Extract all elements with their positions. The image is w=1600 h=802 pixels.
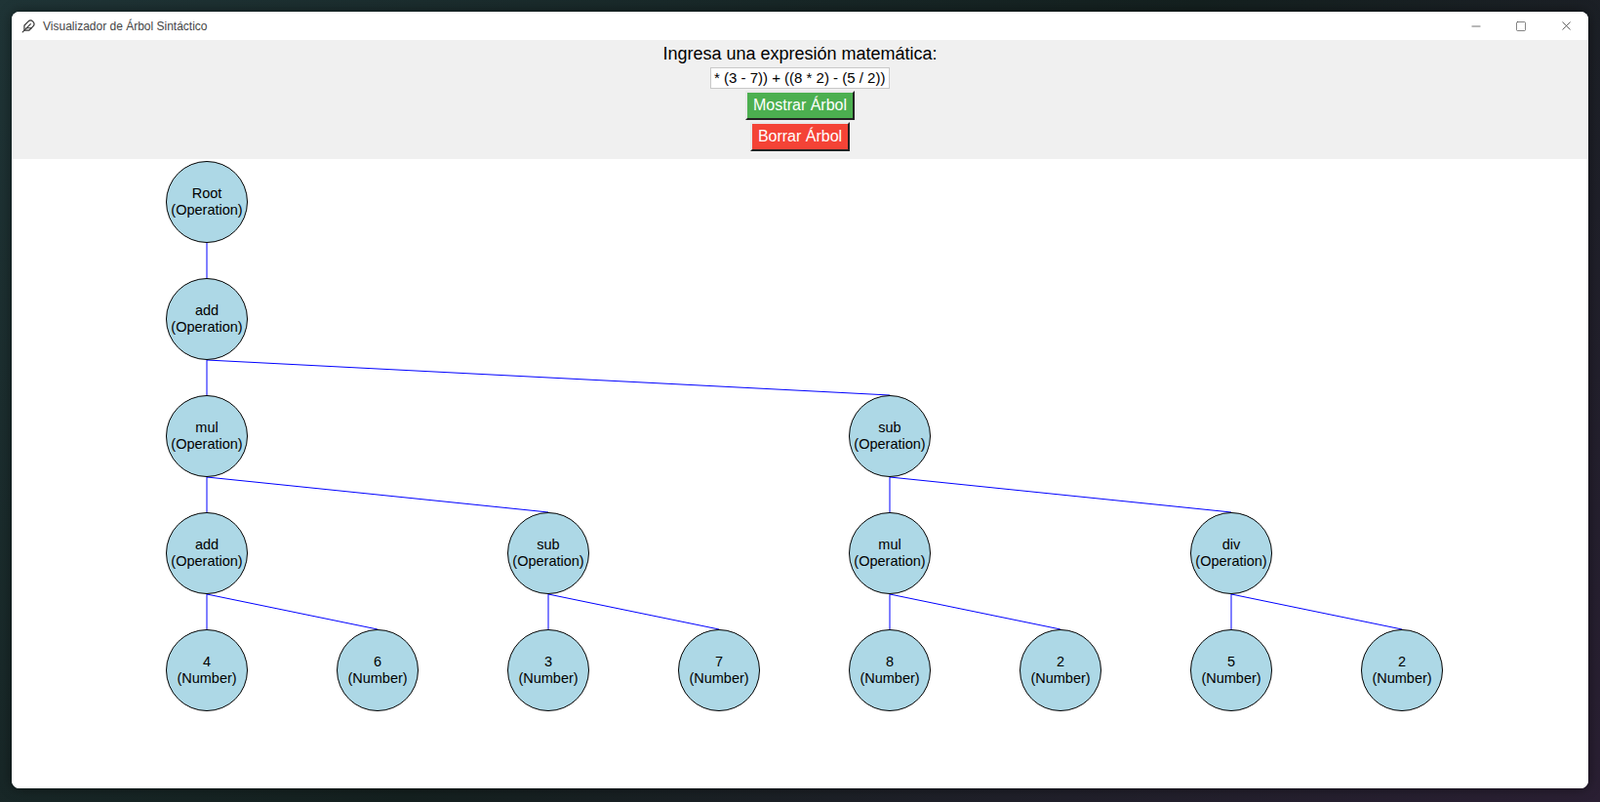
tree-canvas: 4(Number)6(Number)add(Operation)3(Number… bbox=[11, 159, 1589, 789]
tree-node: sub(Operation) bbox=[507, 512, 590, 595]
node-type: (Operation) bbox=[170, 436, 242, 453]
node-type: (Number) bbox=[859, 670, 920, 687]
node-name: 5 bbox=[1227, 653, 1236, 671]
tree-node: Root(Operation) bbox=[165, 160, 248, 243]
node-name: 8 bbox=[885, 653, 894, 671]
tree-node: 6(Number) bbox=[336, 629, 419, 712]
tree-node: 5(Number) bbox=[1190, 629, 1273, 712]
tree-edge bbox=[206, 360, 890, 396]
window-title: Visualizador de Árbol Sintáctico bbox=[42, 19, 1454, 34]
tree-edge bbox=[1231, 594, 1233, 630]
node-type: (Number) bbox=[1371, 670, 1432, 687]
node-type: (Number) bbox=[688, 670, 749, 687]
expression-label: Ingresa una expresión matemática: bbox=[662, 41, 937, 66]
tree-node: add(Operation) bbox=[165, 278, 248, 360]
node-type: (Operation) bbox=[853, 436, 925, 453]
tree-node: 8(Number) bbox=[848, 629, 931, 712]
node-type: (Operation) bbox=[170, 201, 242, 219]
tree-node: 7(Number) bbox=[678, 629, 760, 712]
action-button[interactable]: Borrar Árbol bbox=[750, 121, 850, 152]
node-name: 6 bbox=[373, 653, 382, 671]
desktop: Visualizador de Árbol Sintáctico Ingresa … bbox=[0, 0, 1600, 802]
node-type: (Number) bbox=[347, 670, 407, 687]
tree-node: add(Operation) bbox=[165, 512, 248, 595]
node-name: 2 bbox=[1056, 653, 1065, 671]
node-name: mul bbox=[195, 419, 218, 437]
node-name: div bbox=[1222, 536, 1241, 554]
tree-edge bbox=[206, 594, 378, 630]
app-window: Visualizador de Árbol Sintáctico Ingresa … bbox=[11, 11, 1589, 789]
node-type: (Operation) bbox=[853, 553, 925, 570]
tree-node: div(Operation) bbox=[1190, 512, 1273, 595]
node-name: 7 bbox=[715, 653, 723, 671]
node-type: (Operation) bbox=[512, 553, 584, 570]
tree-node: 4(Number) bbox=[165, 629, 248, 712]
tree-edge bbox=[206, 477, 549, 513]
node-name: add bbox=[195, 302, 219, 320]
close-button[interactable] bbox=[1543, 11, 1589, 40]
tree-edges bbox=[11, 159, 1589, 789]
node-type: (Number) bbox=[176, 670, 237, 687]
node-type: (Number) bbox=[1200, 670, 1261, 687]
close-icon bbox=[1559, 18, 1574, 34]
tree-node: mul(Operation) bbox=[848, 512, 931, 595]
tree-edge bbox=[889, 594, 891, 630]
tree-edge bbox=[206, 594, 208, 630]
input-panel: Ingresa una expresión matemática:* (3 - … bbox=[11, 40, 1589, 160]
tree-node: mul(Operation) bbox=[165, 395, 248, 478]
minimize-button[interactable] bbox=[1453, 11, 1499, 40]
node-type: (Number) bbox=[518, 670, 578, 687]
node-type: (Operation) bbox=[170, 553, 242, 570]
tree-node: 2(Number) bbox=[1360, 629, 1443, 712]
tree-node: 3(Number) bbox=[507, 629, 590, 712]
title-bar: Visualizador de Árbol Sintáctico bbox=[11, 11, 1589, 40]
tree-edge bbox=[889, 594, 1061, 630]
tree-node: 2(Number) bbox=[1019, 629, 1102, 712]
tree-edge bbox=[548, 594, 720, 630]
expression-input[interactable]: * (3 - 7)) + ((8 * 2) - (5 / 2)) bbox=[710, 67, 890, 89]
minimize-icon bbox=[1469, 19, 1483, 34]
tree-edge bbox=[889, 477, 891, 513]
tree-edge bbox=[889, 477, 1232, 513]
node-name: sub bbox=[536, 536, 560, 554]
maximize-icon bbox=[1515, 20, 1527, 33]
tree-edge bbox=[548, 594, 550, 630]
node-name: add bbox=[195, 536, 219, 554]
tree-edge bbox=[206, 360, 208, 396]
node-name: 2 bbox=[1398, 653, 1406, 671]
tree-edge bbox=[206, 242, 208, 279]
node-type: (Operation) bbox=[170, 319, 242, 336]
tree-node: sub(Operation) bbox=[848, 395, 931, 478]
node-name: sub bbox=[878, 419, 901, 437]
maximize-button[interactable] bbox=[1498, 11, 1544, 40]
node-name: 4 bbox=[202, 653, 211, 671]
action-button[interactable]: Mostrar Árbol bbox=[745, 90, 855, 120]
feather-icon bbox=[21, 19, 36, 34]
node-name: 3 bbox=[544, 653, 553, 671]
node-type: (Number) bbox=[1030, 670, 1090, 687]
node-name: Root bbox=[192, 185, 223, 202]
tree-edge bbox=[206, 477, 208, 513]
node-type: (Operation) bbox=[1195, 553, 1267, 570]
node-name: mul bbox=[878, 536, 901, 554]
tree-edge bbox=[1231, 594, 1402, 630]
